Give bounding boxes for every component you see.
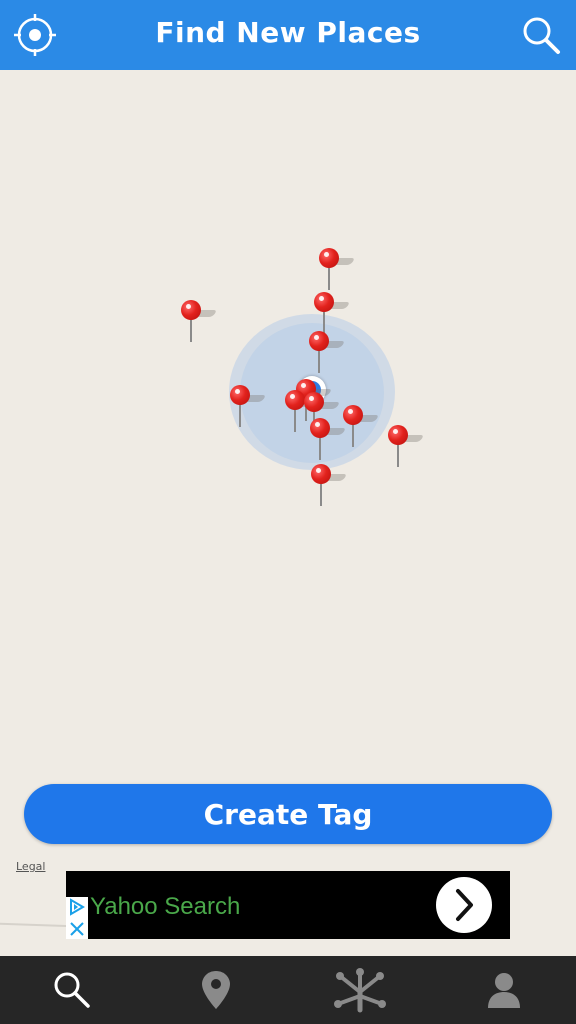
map-pin[interactable] (311, 464, 371, 524)
tab-search[interactable] (0, 956, 144, 1024)
ad-controls[interactable] (66, 897, 88, 939)
tab-profile[interactable] (432, 956, 576, 1024)
page-title: Find New Places (155, 16, 421, 49)
adchoices-icon[interactable] (66, 897, 88, 917)
legal-link[interactable]: Legal (16, 860, 45, 873)
location-pin-icon (202, 971, 230, 1009)
top-navigation-bar: Find New Places (0, 0, 576, 70)
tab-tags[interactable] (288, 956, 432, 1024)
map-pin[interactable] (230, 385, 290, 445)
map-pin[interactable] (388, 425, 448, 485)
map-pin[interactable] (181, 300, 241, 360)
create-tag-button[interactable]: Create Tag (24, 784, 552, 844)
close-icon[interactable] (66, 919, 88, 939)
ad-banner[interactable]: Yahoo Search (66, 871, 510, 939)
frog-foot-icon (334, 968, 386, 1013)
search-icon (54, 972, 90, 1008)
ad-text[interactable]: Yahoo Search (90, 893, 240, 921)
ad-go-button[interactable] (436, 877, 492, 933)
profile-icon (488, 973, 520, 1008)
search-button[interactable] (518, 12, 564, 58)
search-icon (523, 17, 560, 54)
chevron-right-icon (456, 889, 473, 921)
tab-bar (0, 956, 576, 1024)
tab-places[interactable] (144, 956, 288, 1024)
